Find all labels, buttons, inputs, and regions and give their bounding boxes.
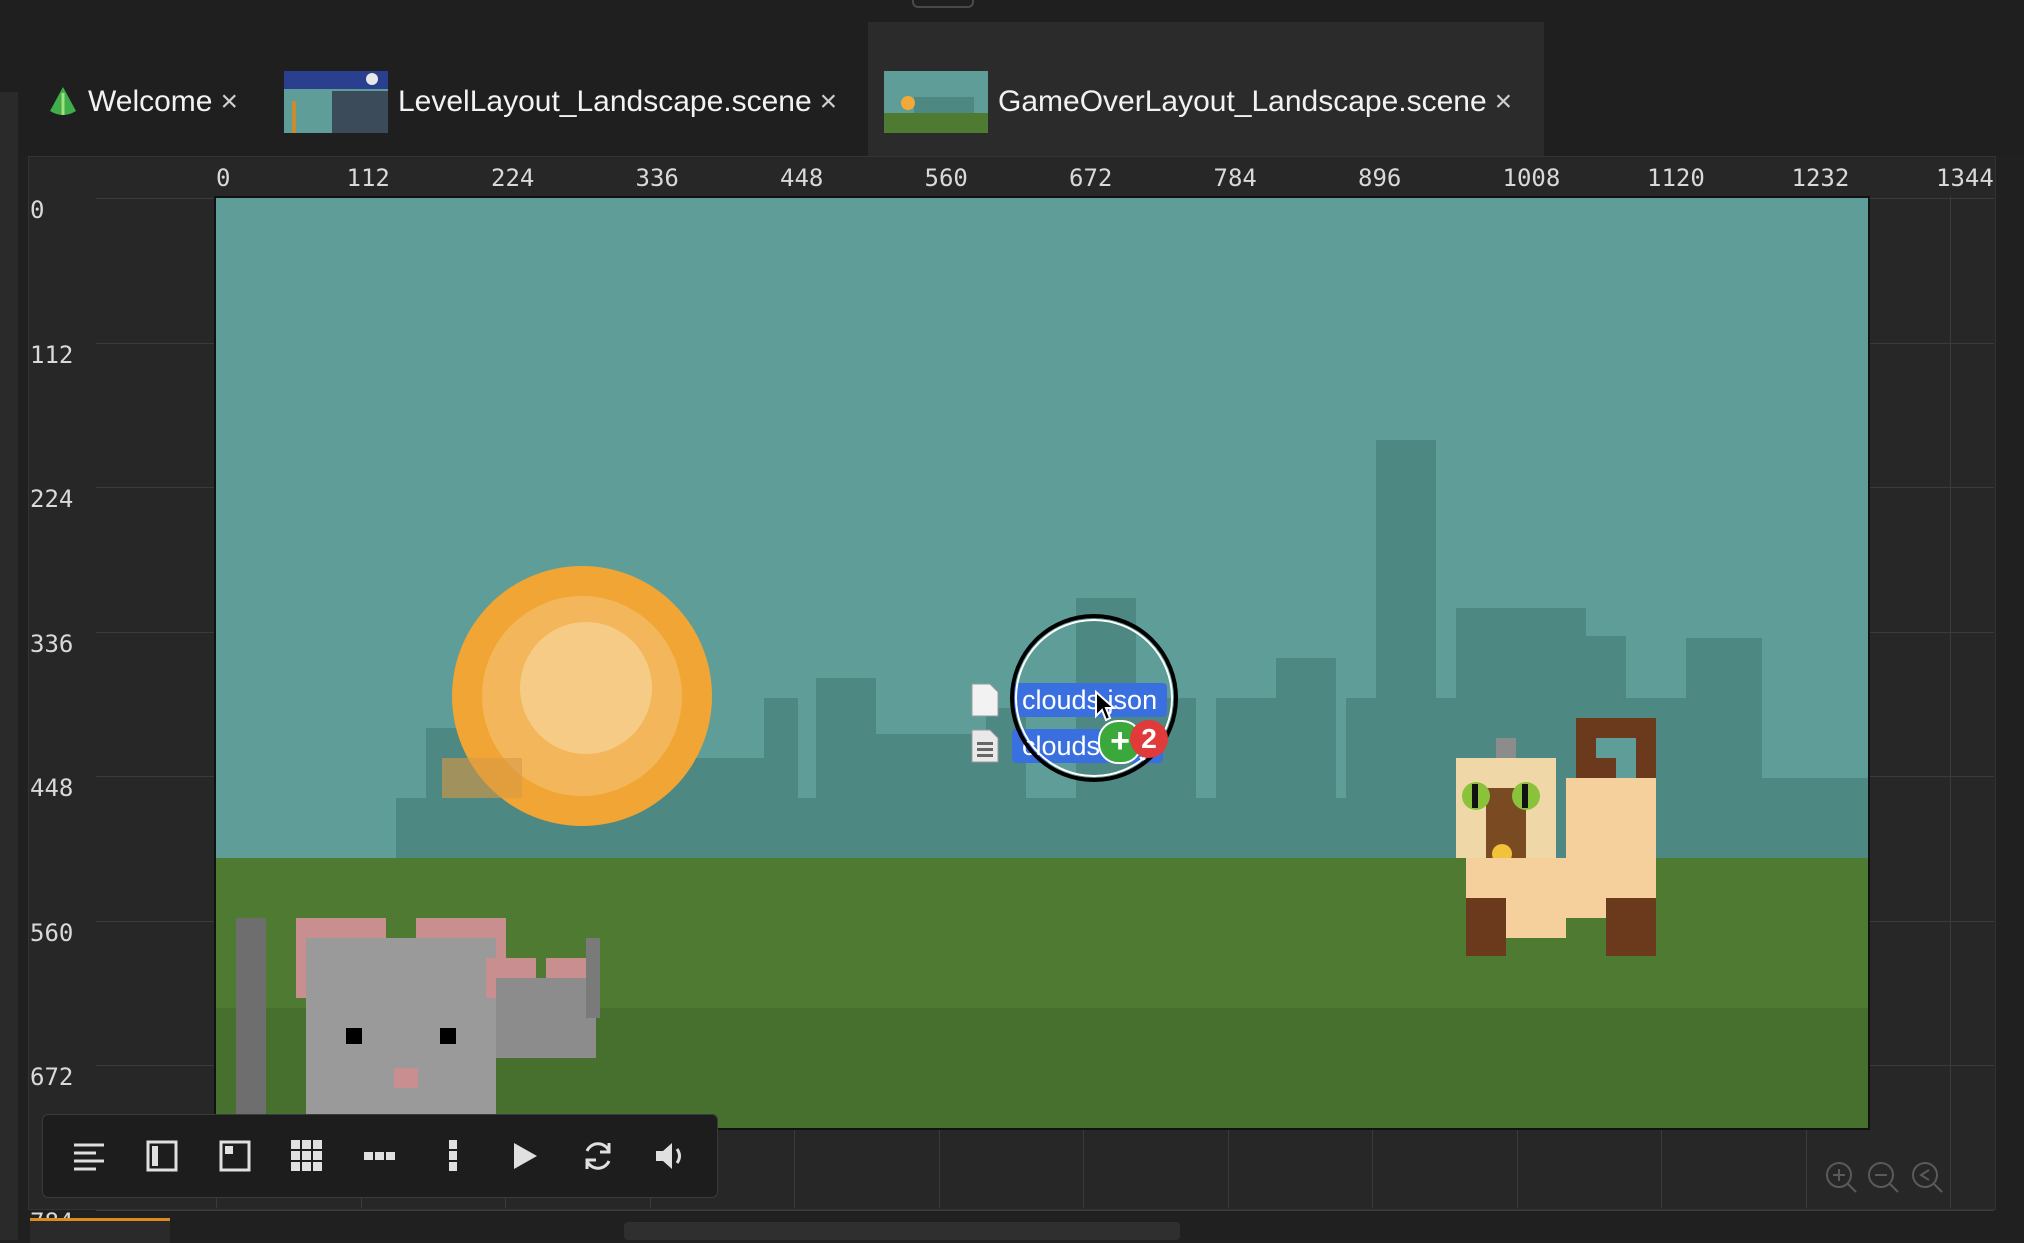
ruler-top-label: 112: [346, 164, 390, 192]
ruler-top-label: 784: [1213, 164, 1257, 192]
ruler-top-label: 1120: [1647, 164, 1705, 192]
ruler-top: 0 112 224 336 448 560 672 784 896 1008 1120 1232 134…: [28, 158, 1994, 198]
ruler-top-label: 224: [491, 164, 535, 192]
close-icon[interactable]: ×: [220, 85, 238, 119]
frame-icon: [219, 1140, 251, 1172]
ruler-left-label: 560: [30, 918, 74, 947]
tab-levellayout[interactable]: LevelLayout_Landscape.scene ×: [284, 22, 837, 156]
drag-handle[interactable]: [912, 0, 974, 8]
ruler-top-label: 0: [216, 164, 231, 192]
volume-icon: [655, 1143, 681, 1169]
zoom-in-icon[interactable]: [1824, 1160, 1858, 1194]
bottom-panel-tab[interactable]: [30, 1218, 170, 1243]
image-file-icon: [971, 729, 999, 763]
dots-horizontal-icon: [363, 1152, 395, 1160]
dots-horizontal-button[interactable]: [357, 1133, 403, 1179]
ruler-left-label: 224: [30, 485, 74, 513]
ruler-top-label: 336: [635, 164, 679, 192]
tab-bar: Welcome × LevelLayout_Landscape.scene × …: [0, 0, 2024, 156]
scene-thumbnail: [884, 71, 988, 133]
play-icon: [514, 1143, 538, 1169]
grid-line-horizontal: [96, 1209, 1994, 1211]
close-icon[interactable]: ×: [820, 85, 838, 119]
refresh-button[interactable]: [575, 1133, 621, 1179]
volume-button[interactable]: [648, 1133, 694, 1179]
ruler-top-label: 672: [1069, 164, 1113, 192]
ruler-left-label: 672: [30, 1063, 74, 1091]
grid-icon: [291, 1140, 323, 1171]
panel-left-icon: [146, 1140, 178, 1172]
ruler-top-label: 896: [1358, 164, 1402, 192]
ruler-left: 0 112 224 336 448 560 672 784: [28, 190, 98, 1224]
tab-label: Welcome: [88, 85, 213, 118]
left-panel-strip[interactable]: [0, 92, 18, 1240]
grid-button[interactable]: [284, 1133, 330, 1179]
tab-gameoverlayout[interactable]: GameOverLayout_Landscape.scene ×: [868, 22, 1544, 156]
ruler-top-label: 1232: [1791, 164, 1850, 192]
ruler-left-label: 112: [30, 340, 74, 369]
tab-label: GameOverLayout_Landscape.scene: [998, 85, 1487, 118]
dots-vertical-button[interactable]: [430, 1133, 476, 1179]
close-icon[interactable]: ×: [1495, 85, 1513, 119]
panel-left-button[interactable]: [139, 1133, 185, 1179]
zoom-reset-icon[interactable]: [1910, 1160, 1944, 1194]
refresh-icon: [585, 1142, 611, 1170]
frame-button[interactable]: [212, 1133, 258, 1179]
grid-line-vertical: [1950, 196, 1951, 1208]
cursor-arrow-icon: [1095, 690, 1116, 722]
ruler-top-label: 1344: [1936, 164, 1994, 192]
tab-welcome[interactable]: Welcome ×: [46, 22, 238, 156]
file-icon: [971, 683, 999, 717]
horizontal-scrollbar[interactable]: [624, 1222, 1180, 1240]
ruler-left-label: 336: [30, 629, 74, 658]
play-button[interactable]: [502, 1133, 548, 1179]
list-icon: [74, 1143, 105, 1171]
ruler-left-label: 0: [30, 196, 45, 224]
leaf-logo-icon: [50, 87, 76, 115]
zoom-out-icon[interactable]: [1866, 1160, 1900, 1194]
scene-thumbnail: [284, 71, 388, 133]
drag-drop-overlay: clouds.json clouds.png + 2: [970, 610, 1390, 790]
ruler-top-label: 1008: [1502, 164, 1561, 192]
count-badge: 2: [1130, 720, 1168, 758]
viewport-toolbar: [42, 1114, 718, 1198]
ruler-top-label: 448: [780, 164, 824, 192]
ruler-top-label: 560: [924, 164, 968, 192]
dots-vertical-icon: [448, 1140, 457, 1171]
ruler-left-label: 448: [30, 774, 74, 802]
list-button[interactable]: [66, 1133, 112, 1179]
tab-label: LevelLayout_Landscape.scene: [398, 85, 812, 118]
